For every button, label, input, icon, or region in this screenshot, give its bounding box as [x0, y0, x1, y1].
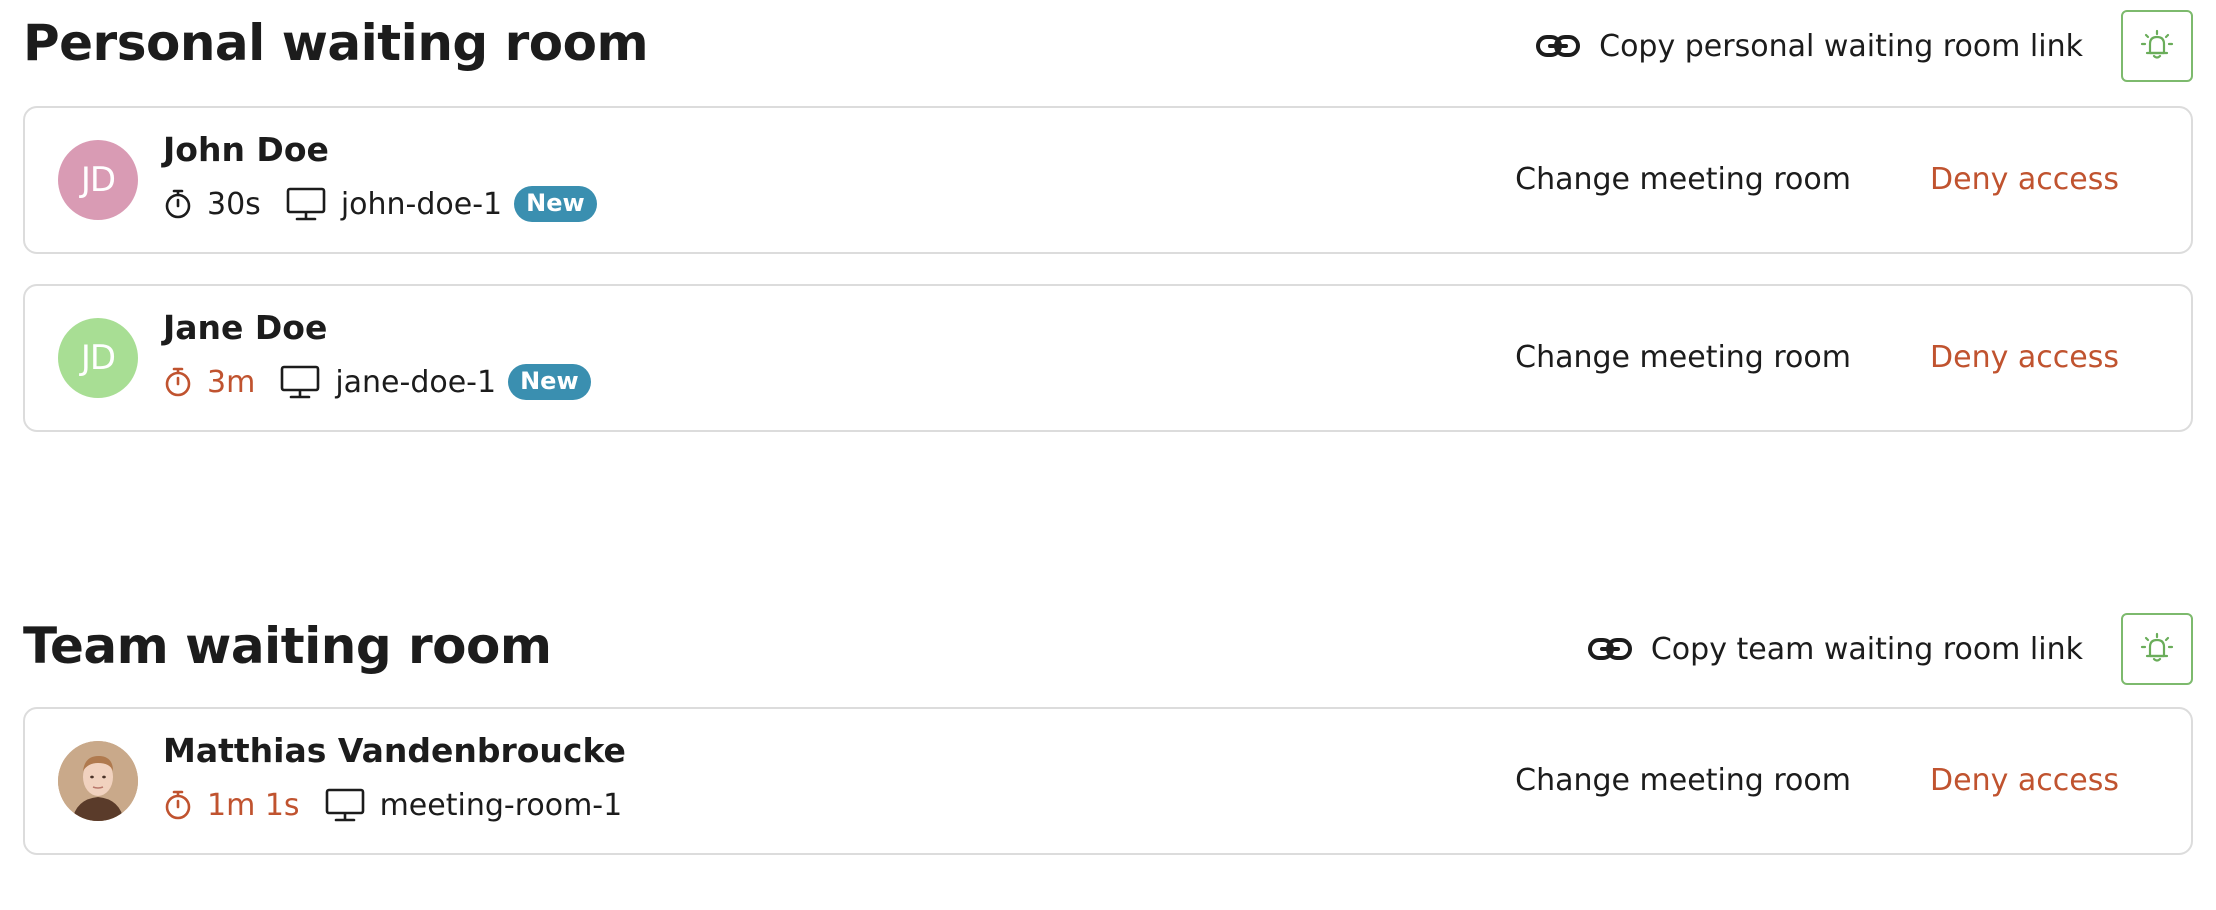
deny-access-button[interactable]: Deny access — [1930, 759, 2119, 803]
waiting-rooms-page: Personal waiting room Copy personal wait… — [0, 0, 2216, 910]
monitor-icon — [279, 364, 321, 400]
copy-personal-waiting-room-link-button[interactable]: Copy personal waiting room link — [1535, 24, 2083, 68]
bell-ringing-icon — [2140, 632, 2174, 662]
meeting-room-name: meeting-room-1 — [379, 787, 623, 823]
wait-time: 1m 1s — [207, 787, 300, 823]
wait-time: 3m — [207, 364, 256, 400]
notification-bell-button[interactable] — [2121, 10, 2193, 82]
deny-access-button[interactable]: Deny access — [1930, 336, 2119, 380]
monitor-icon — [324, 787, 366, 823]
avatar — [58, 741, 138, 821]
stopwatch-icon — [163, 188, 193, 220]
personal-waiting-room-title: Personal waiting room — [23, 14, 649, 72]
personal-waiting-room-header: Personal waiting room Copy personal wait… — [23, 0, 2193, 92]
meeting-room-name: john-doe-1 — [340, 186, 503, 222]
guest-card: JD John Doe 30s john-doe-1 New Change me… — [23, 106, 2193, 254]
guest-card: JD Jane Doe 3m jane-doe-1 New Change mee… — [23, 284, 2193, 432]
change-meeting-room-button[interactable]: Change meeting room — [1515, 759, 1851, 803]
copy-link-label: Copy team waiting room link — [1650, 631, 2083, 667]
stopwatch-icon — [163, 789, 193, 821]
notification-bell-button[interactable] — [2121, 613, 2193, 685]
guest-name: Jane Doe — [163, 308, 328, 347]
team-waiting-room-header: Team waiting room Copy team waiting room… — [23, 603, 2193, 695]
guest-meta: 3m jane-doe-1 New — [163, 362, 591, 402]
team-waiting-room-section: Team waiting room Copy team waiting room… — [23, 603, 2193, 885]
new-badge: New — [508, 364, 591, 400]
change-meeting-room-button[interactable]: Change meeting room — [1515, 336, 1851, 380]
guest-name: John Doe — [163, 130, 329, 169]
stopwatch-icon — [163, 366, 193, 398]
copy-link-label: Copy personal waiting room link — [1599, 28, 2083, 64]
copy-team-waiting-room-link-button[interactable]: Copy team waiting room link — [1587, 627, 2083, 671]
new-badge: New — [514, 186, 597, 222]
link-icon — [1587, 633, 1633, 665]
personal-waiting-room-section: Personal waiting room Copy personal wait… — [23, 0, 2193, 462]
monitor-icon — [285, 186, 327, 222]
deny-access-button[interactable]: Deny access — [1930, 158, 2119, 202]
bell-ringing-icon — [2140, 29, 2174, 59]
guest-card: Matthias Vandenbroucke 1m 1s meeting-roo… — [23, 707, 2193, 855]
guest-name: Matthias Vandenbroucke — [163, 731, 626, 770]
profile-photo — [58, 741, 138, 821]
guest-meta: 30s john-doe-1 New — [163, 184, 597, 224]
change-meeting-room-button[interactable]: Change meeting room — [1515, 158, 1851, 202]
meeting-room-name: jane-doe-1 — [335, 364, 497, 400]
guest-meta: 1m 1s meeting-room-1 — [163, 785, 634, 825]
avatar: JD — [58, 318, 138, 398]
team-waiting-room-title: Team waiting room — [23, 617, 552, 675]
avatar: JD — [58, 140, 138, 220]
link-icon — [1535, 30, 1581, 62]
wait-time: 30s — [207, 186, 261, 222]
